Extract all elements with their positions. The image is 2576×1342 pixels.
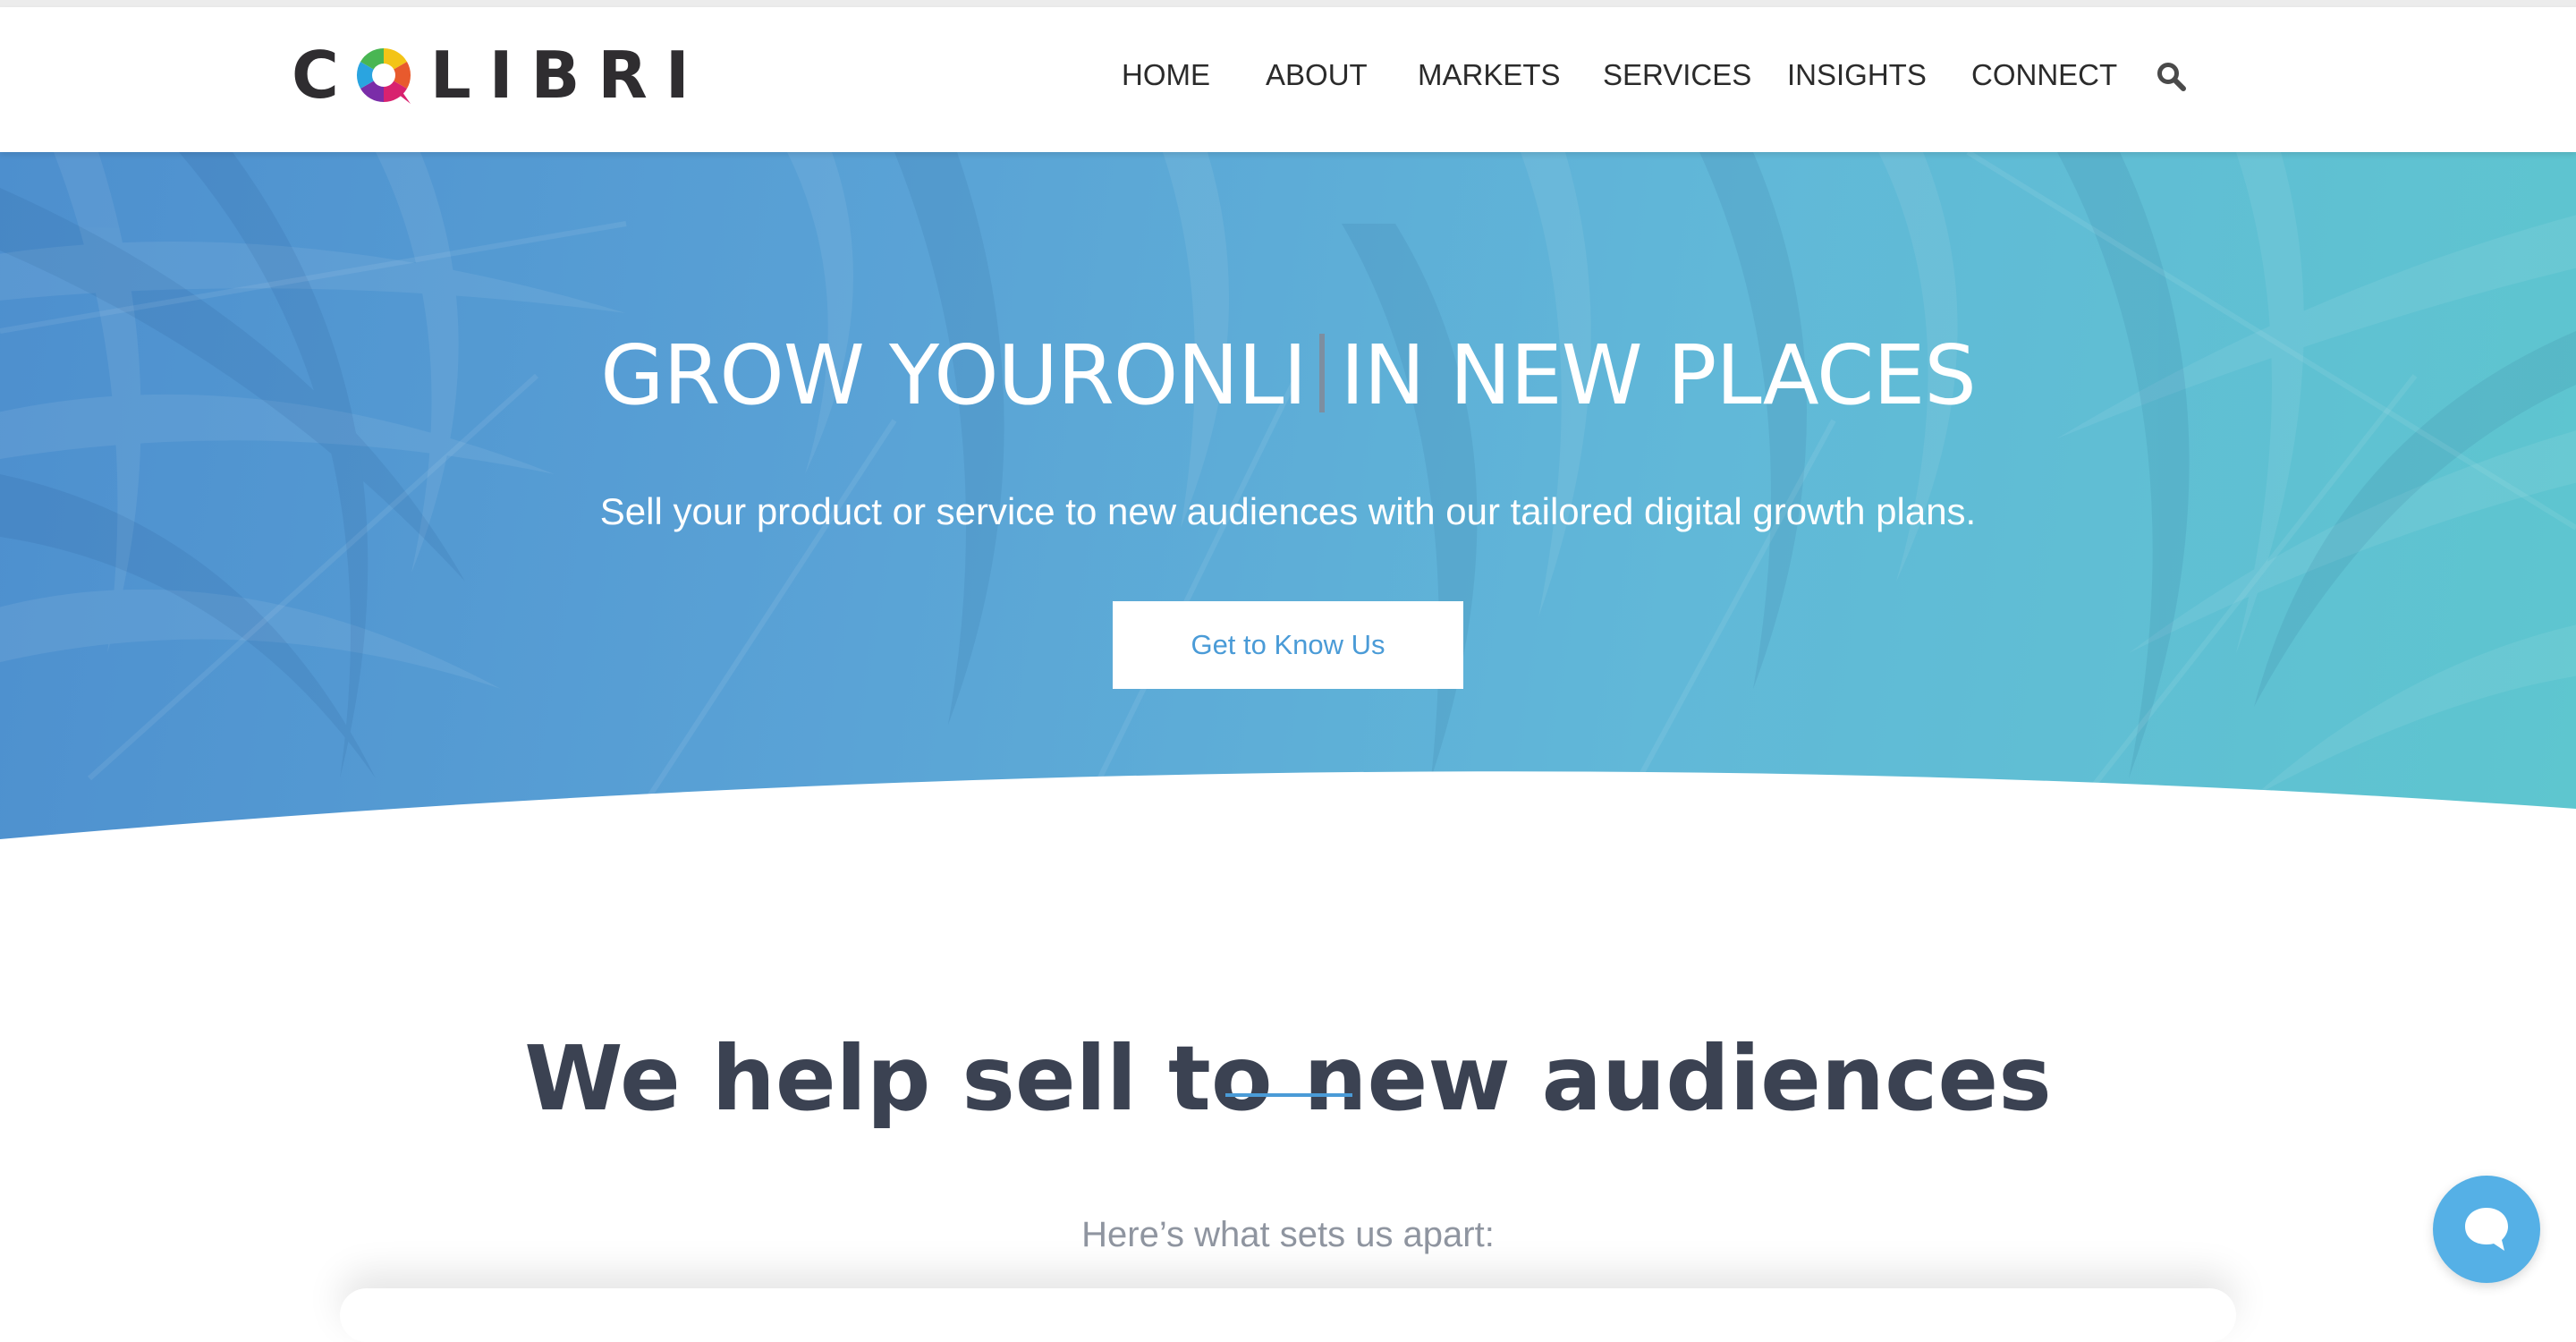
nav-item-home[interactable]: HOME [1122,50,1210,100]
hero-banner: GROW YOURONLI IN NEW PLACES Sell your pro… [0,152,2576,841]
nav-item-services[interactable]: SERVICES [1603,50,1751,100]
feature-card-top-edge [340,1288,2236,1342]
nav-item-about[interactable]: ABOUT [1266,50,1368,100]
section-subtitle: Here’s what sets us apart: [1081,1215,1495,1254]
nav-item-markets[interactable]: MARKETS [1418,50,1561,100]
title-underline [1225,1093,1352,1097]
chat-bubble-icon [2465,1208,2508,1251]
search-icon[interactable] [2156,61,2188,93]
browser-top-border [0,0,2576,7]
nav-item-connect[interactable]: CONNECT [1971,50,2117,100]
section-title: We help sell to new audiences [524,1026,2052,1131]
chat-widget-button[interactable] [2433,1176,2540,1283]
hero-bottom-curve [0,771,2576,841]
main-nav: HOME ABOUT MARKETS SERVICES INSIGHTS CON… [0,50,2576,100]
site-header: C LIBRI HOME ABOUT MARKETS SERVICES INSI… [0,7,2576,152]
nav-item-insights[interactable]: INSIGHTS [1787,50,1927,100]
